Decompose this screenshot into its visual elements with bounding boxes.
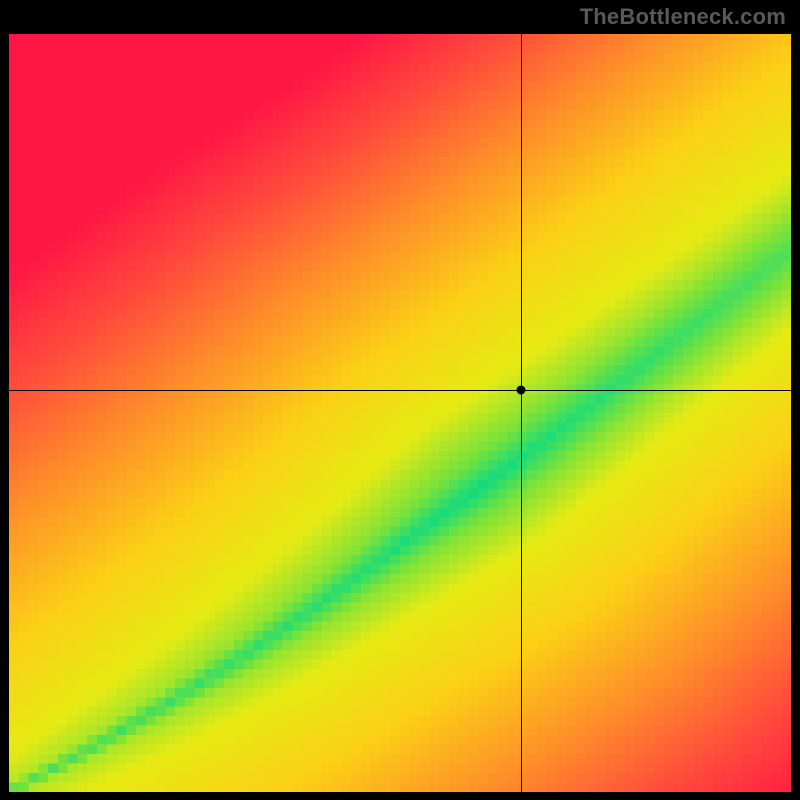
chart-stage: TheBottleneck.com	[0, 0, 800, 800]
crosshair-point	[517, 386, 526, 395]
crosshair-horizontal	[9, 390, 791, 391]
heatmap-canvas	[9, 34, 791, 792]
watermark-text: TheBottleneck.com	[580, 4, 786, 30]
crosshair-vertical	[521, 34, 522, 792]
